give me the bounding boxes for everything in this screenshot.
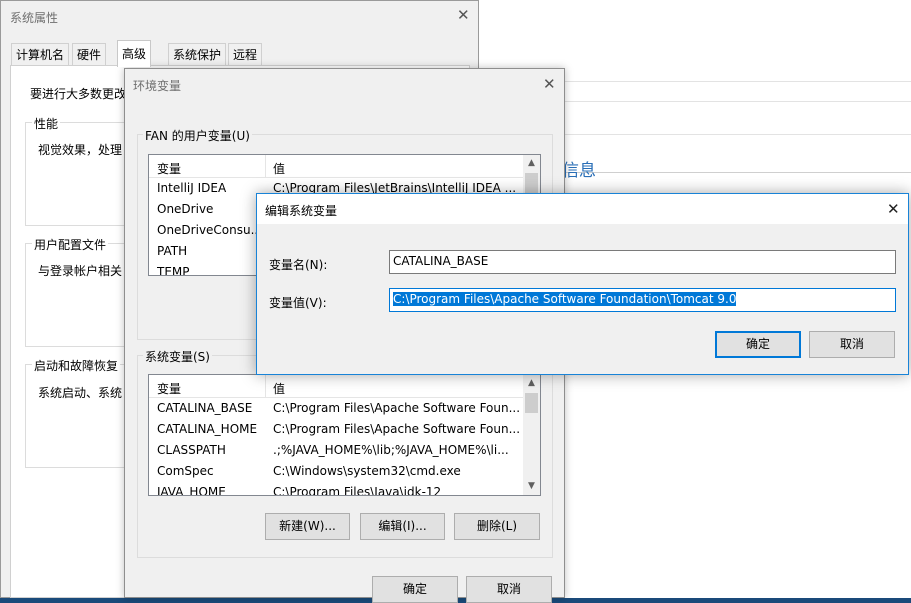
- vertical-scrollbar[interactable]: ▲ ▼: [523, 375, 540, 495]
- close-icon[interactable]: ✕: [887, 200, 900, 218]
- var-value: C:\Program Files\Java\jdk-12: [273, 485, 442, 496]
- user-profiles-desc: 与登录帐户相关: [38, 264, 123, 278]
- variable-value-label: 变量值(V):: [269, 296, 327, 310]
- close-icon[interactable]: ✕: [457, 6, 470, 24]
- dialog-cancel-button[interactable]: 取消: [809, 331, 895, 358]
- column-divider[interactable]: [265, 155, 266, 177]
- list-item[interactable]: CATALINA_HOME C:\Program Files\Apache So…: [149, 419, 540, 440]
- cancel-button[interactable]: 取消: [466, 576, 552, 603]
- variable-value-input[interactable]: C:\Program Files\Apache Software Foundat…: [389, 288, 896, 312]
- var-value: .;%JAVA_HOME%\lib;%JAVA_HOME%\li...: [273, 443, 509, 457]
- list-item[interactable]: JAVA_HOME C:\Program Files\Java\jdk-12: [149, 482, 540, 496]
- tab-computer-name[interactable]: 计算机名: [11, 43, 70, 65]
- dialog-ok-button[interactable]: 确定: [715, 331, 801, 358]
- var-name: CATALINA_BASE: [157, 401, 253, 415]
- tab-advanced[interactable]: 高级: [117, 40, 152, 67]
- var-name: CATALINA_HOME: [157, 422, 258, 436]
- dialog-title: 编辑系统变量: [265, 204, 338, 218]
- var-name: TEMP: [157, 265, 190, 276]
- list-item[interactable]: CLASSPATH .;%JAVA_HOME%\lib;%JAVA_HOME%\…: [149, 440, 540, 461]
- window-title: 环境变量: [133, 79, 182, 93]
- chevron-up-icon[interactable]: ▲: [523, 375, 540, 392]
- group-label-user-profiles: 用户配置文件: [32, 236, 109, 253]
- chevron-up-icon[interactable]: ▲: [523, 155, 540, 172]
- new-button[interactable]: 新建(W)...: [265, 513, 350, 540]
- edit-button[interactable]: 编辑(I)...: [360, 513, 445, 540]
- user-vars-label: FAN 的用户变量(U): [143, 127, 252, 144]
- tab-remote[interactable]: 远程: [228, 43, 263, 65]
- var-value: C:\Program Files\Apache Software Foun...: [273, 401, 521, 415]
- selected-text: C:\Program Files\Apache Software Foundat…: [393, 292, 737, 306]
- column-header-value[interactable]: 值: [273, 160, 285, 177]
- column-header-name[interactable]: 变量: [157, 160, 181, 177]
- column-header-value[interactable]: 值: [273, 380, 285, 397]
- system-vars-label: 系统变量(S): [143, 348, 212, 365]
- var-value: C:\Windows\system32\cmd.exe: [273, 464, 461, 478]
- var-name: JAVA_HOME: [157, 485, 226, 496]
- intro-text: 要进行大多数更改: [30, 87, 127, 101]
- performance-desc: 视觉效果，处理: [38, 143, 123, 157]
- window-title: 系统属性: [10, 11, 59, 25]
- var-name: OneDrive: [157, 202, 214, 216]
- var-name: PATH: [157, 244, 188, 258]
- list-item[interactable]: ComSpec C:\Windows\system32\cmd.exe: [149, 461, 540, 482]
- dialog-titlebar: [257, 194, 908, 224]
- delete-button[interactable]: 删除(L): [454, 513, 540, 540]
- column-divider[interactable]: [265, 375, 266, 397]
- tab-system-protection[interactable]: 系统保护: [168, 43, 227, 65]
- tab-hardware[interactable]: 硬件: [72, 43, 107, 65]
- var-name: CLASSPATH: [157, 443, 226, 457]
- list-item[interactable]: CATALINA_BASE C:\Program Files\Apache So…: [149, 398, 540, 419]
- chevron-down-icon[interactable]: ▼: [523, 478, 540, 495]
- variable-name-input[interactable]: CATALINA_BASE: [389, 250, 896, 274]
- scroll-thumb[interactable]: [525, 393, 538, 413]
- startup-desc: 系统启动、系统: [38, 386, 123, 400]
- variable-name-label: 变量名(N):: [269, 258, 328, 272]
- system-vars-list[interactable]: 变量 值 CATALINA_BASE C:\Program Files\Apac…: [148, 374, 541, 496]
- close-icon[interactable]: ✕: [543, 75, 556, 93]
- ok-button[interactable]: 确定: [372, 576, 458, 603]
- var-value: C:\Program Files\Apache Software Foun...: [273, 422, 521, 436]
- var-name: ComSpec: [157, 464, 214, 478]
- var-name: IntelliJ IDEA: [157, 181, 227, 195]
- list-header: 变量 值: [149, 375, 540, 398]
- background-heading: 信息: [562, 161, 596, 181]
- group-label-startup: 启动和故障恢复: [32, 357, 121, 374]
- group-label-performance: 性能: [32, 115, 61, 132]
- list-header: 变量 值: [149, 155, 540, 178]
- column-header-name[interactable]: 变量: [157, 380, 181, 397]
- var-name: OneDriveConsu...: [157, 223, 262, 237]
